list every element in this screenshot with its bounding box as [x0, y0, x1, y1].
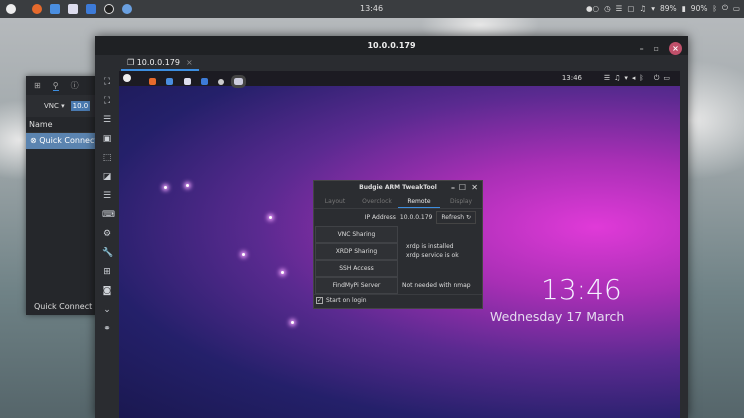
protocol-select[interactable]: VNC ▾: [44, 102, 65, 110]
remote-budgie-icon[interactable]: [218, 79, 225, 85]
list-item-label: Quick Connect: [39, 136, 98, 145]
star: [281, 271, 284, 274]
resize-icon[interactable]: ◪: [102, 171, 112, 183]
xrdp-status-2: xrdp service is ok: [406, 252, 459, 259]
tweaktool-dialog: Budgie ARM TweakTool – ☐ ✕ Layout Overcl…: [313, 180, 483, 309]
dialog-titlebar[interactable]: Budgie ARM TweakTool – ☐ ✕: [314, 181, 482, 195]
battery-2: 90%: [690, 3, 708, 13]
dialog-minimize-button[interactable]: –: [451, 181, 455, 195]
screenshot-icon[interactable]: ◙: [102, 285, 112, 297]
budgie-menu-icon[interactable]: [6, 4, 16, 14]
wrench-icon[interactable]: 🔧: [102, 247, 113, 259]
tab-close-icon[interactable]: ×: [186, 58, 193, 67]
panel-clock[interactable]: 13:46: [360, 4, 383, 13]
top-panel: 13:46 ●○ ◷ ☰ ▢ ♫ ▾ 89% ▮ 90% ᛒ ⏻ ▭: [0, 0, 744, 18]
remote-panel-clock[interactable]: 13:46: [562, 74, 582, 82]
remote-panel: 13:46 ☰♫▾◂ᛒ ⏻▭: [119, 71, 680, 88]
ip-label: IP Address: [364, 214, 396, 221]
findmypi-server-button[interactable]: FindMyPi Server: [315, 277, 398, 294]
chevron-down-icon[interactable]: ⌄: [102, 304, 112, 316]
remote-window-icon[interactable]: [231, 75, 247, 88]
fullscreen-icon[interactable]: ⛶: [102, 95, 112, 107]
wifi-icon[interactable]: ▾: [651, 4, 655, 13]
toggle-icon[interactable]: ●○: [586, 4, 599, 13]
remmina-main-window: ⊞ ⚲ ⓘ VNC ▾ 10.0 Name ⊗ Quick Connect Quick…: [26, 76, 100, 315]
dialog-close-button[interactable]: ✕: [471, 181, 478, 195]
dialog-title: Budgie ARM TweakTool: [359, 184, 437, 191]
xrdp-sharing-button[interactable]: XRDP Sharing: [315, 243, 398, 260]
info-icon[interactable]: ⓘ: [71, 80, 79, 91]
start-on-login-checkbox[interactable]: ✓ Start on login: [314, 294, 482, 306]
firefox-icon[interactable]: [32, 4, 42, 14]
star: [242, 253, 245, 256]
ssh-access-button[interactable]: SSH Access: [315, 260, 398, 277]
refresh-icon: ↻: [465, 214, 471, 221]
window-titlebar[interactable]: 10.0.0.179 – ▫ ×: [95, 36, 688, 55]
clock-icon[interactable]: ◷: [604, 4, 611, 13]
power-icon[interactable]: ⏻: [722, 3, 728, 13]
xrdp-status-1: xrdp is installed: [406, 243, 454, 250]
remote-files-icon[interactable]: [166, 78, 174, 85]
window-icon[interactable]: ▣: [102, 133, 112, 145]
tab-overclock[interactable]: Overclock: [356, 195, 398, 208]
tab-connection[interactable]: ❐ 10.0.0.179 ×: [121, 55, 199, 71]
battery-icon: ▮: [681, 3, 686, 13]
settings-icon[interactable]: ⚙: [102, 228, 112, 240]
status-text: Quick Connect (/: [34, 302, 100, 311]
tab-display[interactable]: Display: [440, 195, 482, 208]
system-tray: ●○ ◷ ☰ ▢ ♫ ▾ 89% ▮ 90% ᛒ ⏻ ▭: [586, 3, 740, 13]
menu-icon[interactable]: ☰: [616, 4, 623, 13]
scale-icon[interactable]: ⬚: [102, 152, 112, 164]
desktop-date: Wednesday 17 March: [490, 309, 625, 324]
star: [291, 321, 294, 324]
findmypi-status: Not needed with nmap: [402, 282, 471, 289]
star: [269, 216, 272, 219]
fit-screen-icon[interactable]: ⛶: [102, 76, 112, 88]
desktop-clock: 13:46: [541, 273, 622, 306]
dialog-maximize-button[interactable]: ☐: [459, 181, 466, 195]
tab-layout[interactable]: Layout: [314, 195, 356, 208]
list-icon[interactable]: ☰: [102, 190, 112, 202]
column-header-name[interactable]: Name: [26, 117, 100, 133]
list-item[interactable]: ⊗ Quick Connect: [26, 133, 100, 149]
budgie-icon[interactable]: [104, 4, 114, 14]
bluetooth-icon[interactable]: ᛒ: [712, 4, 717, 13]
files-icon[interactable]: [50, 4, 60, 14]
star: [186, 184, 189, 187]
show-desktop-icon[interactable]: ▭: [733, 4, 740, 13]
remote-doc-icon[interactable]: [200, 78, 208, 85]
text-editor-icon[interactable]: [68, 4, 78, 14]
remote-tray-icons[interactable]: ☰♫▾◂ᛒ ⏻▭: [604, 74, 674, 83]
checkbox-icon: ✓: [316, 297, 323, 304]
close-button[interactable]: ×: [669, 42, 682, 55]
remote-editor-icon[interactable]: [183, 78, 191, 85]
keyboard-icon[interactable]: ⌨: [102, 209, 115, 221]
bell-icon[interactable]: ♫: [639, 4, 646, 13]
window-title: 10.0.0.179: [367, 41, 416, 50]
battery-1: 89%: [659, 3, 677, 13]
connection-icon: ⊗: [30, 136, 40, 145]
refresh-button[interactable]: Refresh ↻: [436, 211, 476, 224]
start-on-login-label: Start on login: [326, 297, 367, 304]
address-input[interactable]: 10.0: [70, 101, 91, 111]
tab-remote[interactable]: Remote: [398, 195, 440, 208]
new-connection-icon[interactable]: ⊞: [34, 81, 41, 90]
search-icon[interactable]: ⚲: [52, 81, 59, 91]
vnc-sharing-button[interactable]: VNC Sharing: [315, 226, 398, 243]
remmina-icon[interactable]: [122, 4, 132, 14]
copy-icon: ❐: [127, 58, 137, 67]
tab-label: 10.0.0.179: [136, 58, 180, 67]
disconnect-icon[interactable]: ⚭: [102, 323, 112, 335]
viewer-toolbar: ⛶ ⛶ ☰ ▣ ⬚ ◪ ☰ ⌨ ⚙ 🔧 ⊞ ◙ ⌄ ⚭: [95, 71, 119, 418]
clipboard-icon[interactable]: ▢: [627, 4, 634, 13]
ip-value: 10.0.0.179: [399, 214, 433, 221]
remote-menu-icon[interactable]: [123, 74, 131, 82]
remote-firefox-icon[interactable]: [149, 78, 157, 85]
star: [164, 186, 167, 189]
add-icon[interactable]: ⊞: [102, 266, 112, 278]
menu-icon[interactable]: ☰: [102, 114, 112, 126]
document-icon[interactable]: [86, 4, 96, 14]
refresh-label: Refresh: [441, 214, 465, 221]
